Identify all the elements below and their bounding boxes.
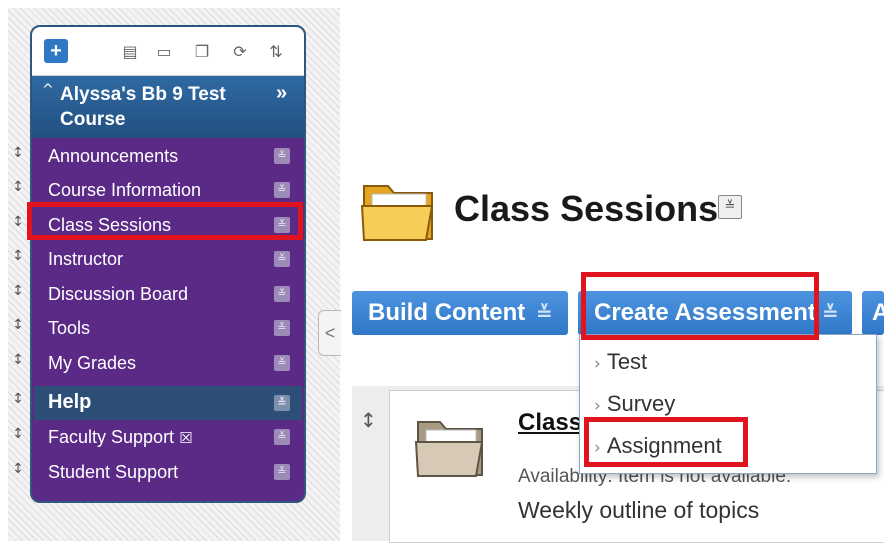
chevron-down-icon: ≚: [822, 301, 839, 325]
expand-icon[interactable]: »: [276, 82, 287, 105]
content-item-title[interactable]: Class: [518, 409, 582, 437]
drag-handle-icon[interactable]: ↕: [12, 283, 24, 303]
menu-header-label: Help: [48, 391, 92, 413]
folder-icon: [414, 421, 484, 477]
chevron-down-icon[interactable]: ≚: [274, 148, 290, 164]
chevron-down-icon[interactable]: ≚: [274, 320, 290, 336]
menu-item-label: Student Support: [48, 462, 179, 482]
drag-handle-icon[interactable]: ↕: [12, 214, 24, 234]
action-button-partial[interactable]: A: [862, 291, 884, 335]
menu-item-announcements[interactable]: Announcements ≚: [34, 139, 302, 173]
menu-item-label: Course Information: [48, 180, 202, 200]
chevron-right-icon: ›: [594, 354, 601, 374]
course-menu: + ▤ ▭ ❐ ⟳ ⇅ ^ Alyssa's Bb 9 Test Course …: [30, 25, 306, 503]
chevron-down-icon: ≚: [536, 301, 553, 325]
add-menu-item-button[interactable]: +: [44, 39, 68, 63]
menu-item-label: Announcements: [48, 146, 179, 166]
menu-item-survey[interactable]: › Survey: [594, 391, 675, 417]
collapse-menu-tab[interactable]: <: [318, 310, 341, 356]
drag-handle-icon[interactable]: ↕: [12, 352, 24, 372]
drag-handle-icon[interactable]: ↕: [12, 145, 24, 165]
drag-handle-icon[interactable]: ↕: [12, 248, 24, 268]
window-icon[interactable]: ❐: [190, 39, 214, 63]
chevron-down-icon[interactable]: ≚: [718, 195, 742, 219]
menu-item-label: Faculty Support ☒: [48, 427, 193, 447]
menu-item-label: My Grades: [48, 353, 137, 373]
drag-handle-icon[interactable]: ↕: [12, 391, 24, 411]
menu-item-my-grades[interactable]: My Grades ≚: [34, 346, 302, 380]
highlight-box-assignment: [584, 417, 748, 467]
drag-handle-icon[interactable]: ↕: [12, 179, 24, 199]
drag-handle-icon[interactable]: ↕: [12, 426, 24, 446]
menu-item-discussion-board[interactable]: Discussion Board ≚: [34, 277, 302, 311]
menu-item-tools[interactable]: Tools ≚: [34, 311, 302, 345]
drag-handle-icon[interactable]: ↕: [12, 317, 24, 337]
menu-header-help[interactable]: Help ≚: [34, 386, 302, 420]
drag-handle-icon[interactable]: ↕: [360, 408, 377, 432]
menu-item-label: Test: [606, 349, 648, 374]
chevron-down-icon[interactable]: ≚: [274, 182, 290, 198]
button-label: Build Content: [368, 299, 526, 326]
sort-icon[interactable]: ⇅: [264, 39, 288, 63]
build-content-button[interactable]: Build Content ≚: [352, 291, 568, 335]
folder-view-icon[interactable]: ▭: [152, 39, 176, 63]
menu-item-instructor[interactable]: Instructor ≚: [34, 242, 302, 276]
button-label: A: [872, 299, 884, 326]
chevron-down-icon[interactable]: ≚: [274, 464, 290, 480]
course-menu-toolbar: + ▤ ▭ ❐ ⟳ ⇅: [32, 27, 304, 76]
menu-item-test[interactable]: › Test: [594, 349, 647, 375]
page-title: Class Sessions: [454, 188, 719, 229]
chevron-down-icon[interactable]: ≚: [274, 286, 290, 302]
menu-item-label: Survey: [606, 391, 676, 416]
drag-handle-icon[interactable]: ↕: [12, 461, 24, 481]
menu-item-student-support[interactable]: Student Support ≚: [34, 455, 302, 489]
list-view-icon[interactable]: ▤: [118, 39, 142, 63]
folder-icon: [360, 185, 434, 241]
content-item-description: Weekly outline of topics: [518, 497, 760, 523]
highlight-box-class-sessions: [27, 202, 303, 240]
chevron-down-icon[interactable]: ≚: [274, 355, 290, 371]
chevron-right-icon: ›: [594, 396, 601, 416]
course-header: ^ Alyssa's Bb 9 Test Course »: [32, 76, 304, 138]
external-link-icon: ☒: [179, 429, 193, 447]
menu-item-label: Tools: [48, 318, 91, 338]
highlight-box-create-assessment: [581, 272, 819, 340]
menu-item-label: Instructor: [48, 249, 124, 269]
chevron-down-icon[interactable]: ≚: [274, 251, 290, 267]
refresh-icon[interactable]: ⟳: [228, 39, 252, 63]
menu-item-faculty-support[interactable]: Faculty Support ☒ ≚: [34, 420, 302, 454]
menu-item-label: Discussion Board: [48, 284, 189, 304]
chevron-down-icon[interactable]: ≚: [274, 395, 290, 411]
collapse-icon[interactable]: ^: [42, 82, 54, 98]
chevron-down-icon[interactable]: ≚: [274, 429, 290, 445]
course-title[interactable]: Alyssa's Bb 9 Test Course: [60, 82, 270, 132]
